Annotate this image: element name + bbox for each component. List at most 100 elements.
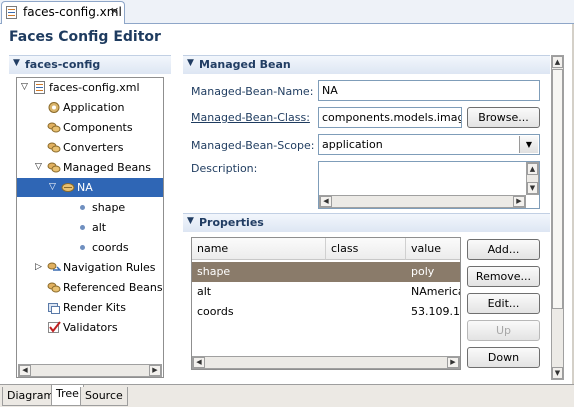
column-header-value[interactable]: value (406, 238, 460, 260)
scroll-down-icon[interactable]: ▼ (552, 367, 563, 379)
collapse-icon[interactable]: ▼ (187, 58, 194, 68)
scroll-down-icon[interactable]: ▼ (527, 182, 538, 194)
table-row[interactable]: shape poly (192, 262, 460, 282)
tree-item-label: coords (92, 241, 129, 254)
tree-item-application[interactable]: Application (17, 98, 163, 117)
collapse-icon[interactable]: ▽ (35, 158, 42, 177)
dropdown-arrow-icon[interactable]: ▼ (519, 136, 538, 153)
edit-label: Edit... (487, 297, 520, 310)
managed-bean-scope-select[interactable]: application ▼ (318, 134, 540, 155)
managed-bean-section-header[interactable]: ▼ Managed Bean (183, 55, 550, 74)
scroll-right-icon[interactable]: ▶ (149, 365, 161, 376)
tree-item-label: alt (92, 221, 107, 234)
tree-item-na[interactable]: ▽ NA (17, 178, 163, 197)
browse-button[interactable]: Browse... (467, 107, 540, 128)
down-button[interactable]: Down (467, 347, 540, 368)
tree-item-label: faces-config.xml (49, 81, 140, 94)
add-button[interactable]: Add... (467, 239, 540, 260)
faces-config-tree[interactable]: ▽ faces-config.xml Application Component… (16, 77, 164, 378)
collapse-icon[interactable]: ▽ (49, 178, 56, 197)
bean-icon (61, 183, 75, 192)
properties-section-header[interactable]: ▼ Properties (183, 213, 550, 232)
scrollbar-thumb[interactable] (552, 69, 563, 309)
tree-item-render-kits[interactable]: Render Kits (17, 298, 163, 317)
managed-bean-class-link[interactable]: Managed-Bean-Class: (191, 111, 310, 124)
cell-name: shape (197, 265, 231, 278)
beans-icon (47, 162, 61, 173)
tree-item-label: Validators (63, 321, 118, 334)
managed-bean-name-field[interactable]: NA (318, 80, 540, 101)
down-label: Down (487, 351, 520, 364)
table-row[interactable]: coords 53.109.1 (192, 302, 460, 322)
tree-item-label: shape (92, 201, 126, 214)
properties-title: Properties (199, 216, 264, 229)
managed-bean-name-label: Managed-Bean-Name: (191, 85, 314, 98)
tree-section-title: faces-config (25, 58, 101, 71)
tree-item-components[interactable]: Components (17, 118, 163, 137)
cell-value: 53.109.1 (411, 305, 460, 318)
scroll-left-icon[interactable]: ◀ (320, 196, 332, 207)
table-row[interactable]: alt NAmerica (192, 282, 460, 302)
description-vertical-scrollbar[interactable]: ▲ ▼ (526, 162, 539, 195)
remove-button[interactable]: Remove... (467, 266, 540, 287)
editor-tab-title: faces-config.xml (23, 5, 122, 19)
tree-item-referenced-beans[interactable]: Referenced Beans (17, 278, 163, 297)
description-label: Description: (191, 162, 258, 175)
managed-bean-class-field[interactable]: components.models.image (318, 107, 462, 128)
collapse-icon[interactable]: ▼ (13, 58, 20, 68)
render-kit-icon (48, 303, 60, 314)
gear-icon (48, 102, 60, 113)
property-icon (80, 245, 85, 250)
tree-item-shape[interactable]: shape (17, 198, 163, 217)
description-horizontal-scrollbar[interactable]: ◀ ▶ (319, 195, 526, 208)
column-header-class[interactable]: class (326, 238, 406, 260)
column-header-name[interactable]: name (192, 238, 326, 260)
tree-item-navigation-rules[interactable]: ▷ Navigation Rules (17, 258, 163, 277)
tree-item-label: Referenced Beans (63, 281, 163, 294)
tree-item-validators[interactable]: Validators (17, 318, 163, 337)
tree-item-root[interactable]: ▽ faces-config.xml (17, 78, 163, 97)
scroll-left-icon[interactable]: ◀ (19, 365, 31, 376)
properties-table[interactable]: name class value shape poly alt NAmerica… (191, 237, 461, 370)
tree-item-label: Converters (63, 141, 124, 154)
editor-tab[interactable]: faces-config.xml ✕ (1, 1, 125, 24)
tree-item-label: Navigation Rules (63, 261, 156, 274)
checkmark-icon (48, 321, 61, 333)
up-label: Up (495, 324, 512, 337)
editor-page-tabs: Diagram Tree Source (0, 384, 574, 407)
managed-bean-title: Managed Bean (199, 58, 291, 71)
beans-icon (47, 142, 61, 153)
tree-item-label: Application (63, 101, 125, 114)
tree-item-managed-beans[interactable]: ▽ Managed Beans (17, 158, 163, 177)
tree-item-alt[interactable]: alt (17, 218, 163, 237)
property-icon (80, 205, 85, 210)
navigation-icon (47, 262, 61, 271)
tab-tree[interactable]: Tree (51, 385, 84, 406)
scroll-right-icon[interactable]: ▶ (513, 196, 525, 207)
tab-source[interactable]: Source (80, 387, 128, 406)
scroll-right-icon[interactable]: ▶ (447, 357, 459, 368)
scroll-left-icon[interactable]: ◀ (193, 357, 205, 368)
xml-file-icon (34, 81, 45, 94)
table-horizontal-scrollbar[interactable]: ◀ ▶ (192, 356, 460, 369)
browse-label: Browse... (478, 111, 529, 124)
tree-item-coords[interactable]: coords (17, 238, 163, 257)
scroll-up-icon[interactable]: ▲ (552, 56, 563, 68)
remove-label: Remove... (475, 270, 532, 283)
close-icon[interactable]: ✕ (110, 5, 119, 18)
tree-item-converters[interactable]: Converters (17, 138, 163, 157)
edit-button[interactable]: Edit... (467, 293, 540, 314)
description-textarea[interactable]: ▲ ▼ ◀ ▶ (318, 161, 540, 209)
xml-file-icon (6, 6, 17, 19)
scroll-up-icon[interactable]: ▲ (527, 163, 538, 175)
editor-vertical-scrollbar[interactable]: ▲ ▼ (551, 55, 564, 380)
cell-value: poly (411, 265, 435, 278)
expand-icon[interactable]: ▷ (35, 258, 42, 277)
tree-section-header[interactable]: ▼ faces-config (9, 55, 171, 74)
tree-horizontal-scrollbar[interactable]: ◀ ▶ (18, 364, 162, 377)
beans-icon (47, 122, 61, 133)
collapse-icon[interactable]: ▼ (187, 216, 194, 226)
collapse-icon[interactable]: ▽ (21, 78, 28, 97)
up-button[interactable]: Up (467, 320, 540, 341)
page-title: Faces Config Editor (9, 29, 161, 45)
